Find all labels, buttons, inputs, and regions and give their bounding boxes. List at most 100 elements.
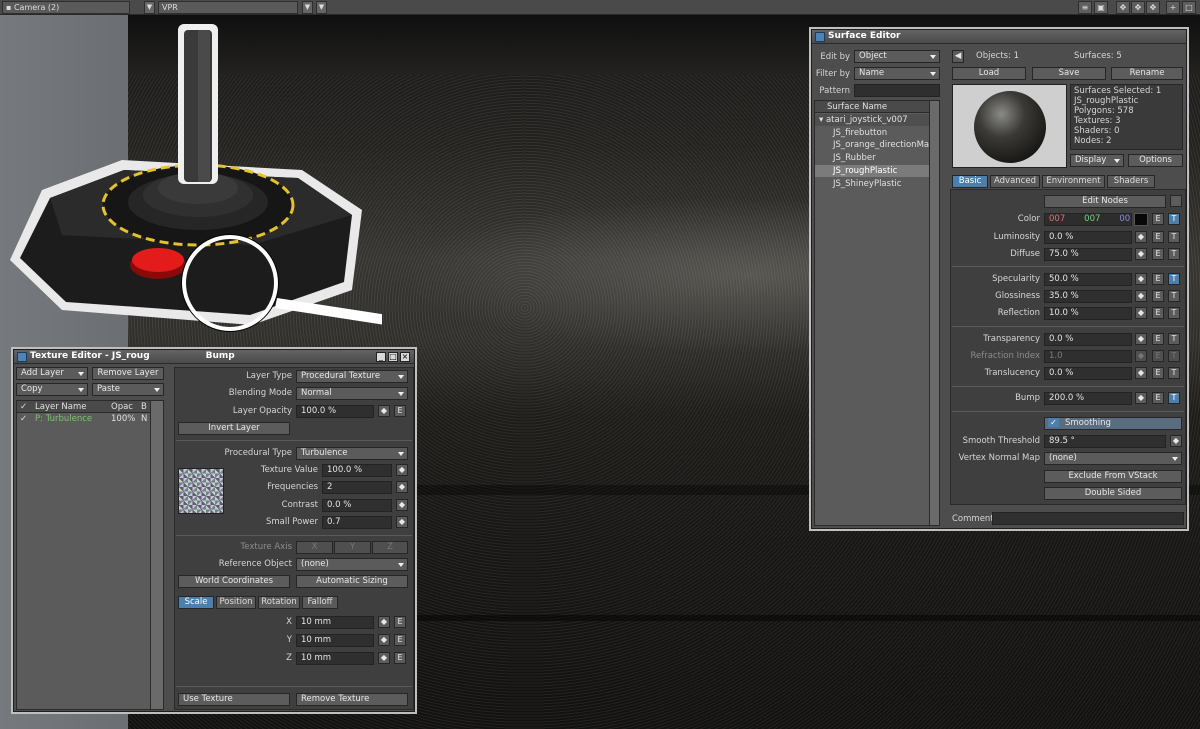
tab-scale[interactable]: Scale bbox=[178, 596, 214, 609]
reflection-input[interactable]: 10.0 % bbox=[1044, 307, 1132, 320]
rotate-view-icon[interactable]: ✥ bbox=[1131, 1, 1145, 14]
vertex-normal-map-select[interactable]: (none) bbox=[1044, 452, 1182, 465]
diffuse-envelope-button[interactable]: E bbox=[1152, 248, 1164, 260]
transparency-slider-icon[interactable]: ◆ bbox=[1135, 333, 1147, 345]
layer-list-scrollbar[interactable] bbox=[150, 401, 163, 709]
view-mode-select[interactable]: VPR bbox=[158, 1, 298, 14]
layer-type-select[interactable]: Procedural Texture bbox=[296, 370, 408, 383]
edit-by-select[interactable]: Object bbox=[854, 50, 940, 63]
surface-list-item-selected[interactable]: JS_roughPlastic bbox=[815, 165, 939, 177]
edit-nodes-toggle[interactable] bbox=[1170, 195, 1182, 207]
smooth-threshold-input[interactable]: 89.5 ° bbox=[1044, 435, 1166, 448]
glossiness-input[interactable]: 35.0 % bbox=[1044, 290, 1132, 303]
use-texture-button[interactable]: Use Texture bbox=[178, 693, 290, 706]
specularity-texture-button[interactable]: T bbox=[1168, 273, 1180, 285]
reflection-envelope-button[interactable]: E bbox=[1152, 307, 1164, 319]
surface-editor-titlebar[interactable]: Surface Editor bbox=[812, 30, 1186, 44]
scale-z-envelope-button[interactable]: E bbox=[394, 652, 406, 664]
texture-value-input[interactable]: 100.0 % bbox=[322, 464, 392, 477]
tab-rotation[interactable]: Rotation bbox=[258, 596, 300, 609]
translucency-slider-icon[interactable]: ◆ bbox=[1135, 367, 1147, 379]
layer-name-column-header[interactable]: Layer Name bbox=[35, 401, 86, 413]
transparency-envelope-button[interactable]: E bbox=[1152, 333, 1164, 345]
color-texture-button[interactable]: T bbox=[1168, 213, 1180, 225]
world-coordinates-button[interactable]: World Coordinates bbox=[178, 575, 290, 588]
diffuse-slider-icon[interactable]: ◆ bbox=[1135, 248, 1147, 260]
material-preview[interactable] bbox=[952, 84, 1067, 168]
scale-z-input[interactable]: 10 mm bbox=[296, 652, 374, 665]
tab-shaders[interactable]: Shaders bbox=[1107, 175, 1155, 188]
copy-select[interactable]: Copy bbox=[16, 383, 88, 396]
layer-opacity-slider-icon[interactable]: ◆ bbox=[378, 405, 390, 417]
surface-list-item[interactable]: JS_ShineyPlastic bbox=[815, 178, 939, 190]
pattern-input[interactable] bbox=[854, 84, 940, 97]
maximize-viewport-icon[interactable]: □ bbox=[1182, 1, 1196, 14]
texture-value-slider-icon[interactable]: ◆ bbox=[396, 464, 408, 476]
zoom-view-icon[interactable]: ✥ bbox=[1146, 1, 1160, 14]
glossiness-envelope-button[interactable]: E bbox=[1152, 290, 1164, 302]
reflection-texture-button[interactable]: T bbox=[1168, 307, 1180, 319]
contrast-slider-icon[interactable]: ◆ bbox=[396, 499, 408, 511]
scale-y-envelope-button[interactable]: E bbox=[394, 634, 406, 646]
previous-arrow-icon[interactable]: ◀ bbox=[952, 50, 964, 63]
blend-column-header[interactable]: B bbox=[141, 401, 147, 413]
color-red-value[interactable]: 007 bbox=[1049, 214, 1065, 224]
surface-list-item[interactable]: JS_Rubber bbox=[815, 152, 939, 164]
save-button[interactable]: Save bbox=[1032, 67, 1106, 80]
translucency-input[interactable]: 0.0 % bbox=[1044, 367, 1132, 380]
camera-dropdown-icon[interactable]: ▼ bbox=[144, 1, 155, 14]
move-view-icon[interactable]: ✥ bbox=[1116, 1, 1130, 14]
scale-y-input[interactable]: 10 mm bbox=[296, 634, 374, 647]
minimize-icon[interactable]: _ bbox=[376, 352, 386, 362]
tab-environment[interactable]: Environment bbox=[1042, 175, 1105, 188]
small-power-input[interactable]: 0.7 bbox=[322, 516, 392, 529]
zoom-in-icon[interactable]: + bbox=[1166, 1, 1180, 14]
bump-envelope-button[interactable]: E bbox=[1152, 392, 1164, 404]
transparency-texture-button[interactable]: T bbox=[1168, 333, 1180, 345]
paste-select[interactable]: Paste bbox=[92, 383, 164, 396]
view-options-dropdown-icon[interactable]: ▼ bbox=[316, 1, 327, 14]
surface-list-scrollbar[interactable] bbox=[929, 101, 939, 525]
tab-position[interactable]: Position bbox=[216, 596, 256, 609]
add-layer-select[interactable]: Add Layer bbox=[16, 367, 88, 380]
layer-enabled-check-icon[interactable]: ✓ bbox=[20, 413, 27, 425]
layer-opacity-envelope-button[interactable]: E bbox=[394, 405, 406, 417]
luminosity-slider-icon[interactable]: ◆ bbox=[1135, 231, 1147, 243]
invert-layer-button[interactable]: Invert Layer bbox=[178, 422, 290, 435]
glossiness-slider-icon[interactable]: ◆ bbox=[1135, 290, 1147, 302]
procedural-type-select[interactable]: Turbulence bbox=[296, 447, 408, 460]
remove-texture-button[interactable]: Remove Texture bbox=[296, 693, 408, 706]
bump-texture-button[interactable]: T bbox=[1168, 392, 1180, 404]
smoothing-toggle[interactable]: ✓ Smoothing bbox=[1044, 417, 1182, 430]
bump-input[interactable]: 200.0 % bbox=[1044, 392, 1132, 405]
viewport-list-icon[interactable]: ≡ bbox=[1078, 1, 1092, 14]
layer-opacity-input[interactable]: 100.0 % bbox=[296, 405, 374, 418]
reflection-slider-icon[interactable]: ◆ bbox=[1135, 307, 1147, 319]
surface-list-item[interactable]: JS_orange_directionMarl bbox=[815, 139, 939, 151]
scale-z-slider-icon[interactable]: ◆ bbox=[378, 652, 390, 664]
texture-editor-titlebar[interactable]: Texture Editor - JS_roug Bump bbox=[14, 350, 414, 364]
texture-preview[interactable] bbox=[178, 468, 224, 514]
color-green-value[interactable]: 007 bbox=[1084, 214, 1100, 224]
scale-y-slider-icon[interactable]: ◆ bbox=[378, 634, 390, 646]
filter-by-select[interactable]: Name bbox=[854, 67, 940, 80]
luminosity-texture-button[interactable]: T bbox=[1168, 231, 1180, 243]
options-button[interactable]: Options bbox=[1128, 154, 1183, 167]
scale-x-envelope-button[interactable]: E bbox=[394, 616, 406, 628]
tab-falloff[interactable]: Falloff bbox=[302, 596, 338, 609]
comment-input[interactable] bbox=[992, 512, 1184, 525]
opacity-column-header[interactable]: Opac bbox=[111, 401, 133, 413]
small-power-slider-icon[interactable]: ◆ bbox=[396, 516, 408, 528]
scale-x-slider-icon[interactable]: ◆ bbox=[378, 616, 390, 628]
specularity-input[interactable]: 50.0 % bbox=[1044, 273, 1132, 286]
frequencies-input[interactable]: 2 bbox=[322, 481, 392, 494]
color-envelope-button[interactable]: E bbox=[1152, 213, 1164, 225]
bump-slider-icon[interactable]: ◆ bbox=[1135, 392, 1147, 404]
reference-object-select[interactable]: (none) bbox=[296, 558, 408, 571]
translucency-envelope-button[interactable]: E bbox=[1152, 367, 1164, 379]
color-swatch[interactable] bbox=[1134, 213, 1148, 226]
luminosity-envelope-button[interactable]: E bbox=[1152, 231, 1164, 243]
contrast-input[interactable]: 0.0 % bbox=[322, 499, 392, 512]
exclude-from-vstack-button[interactable]: Exclude From VStack bbox=[1044, 470, 1182, 483]
camera-select[interactable]: ▪ Camera (2) bbox=[2, 1, 130, 14]
